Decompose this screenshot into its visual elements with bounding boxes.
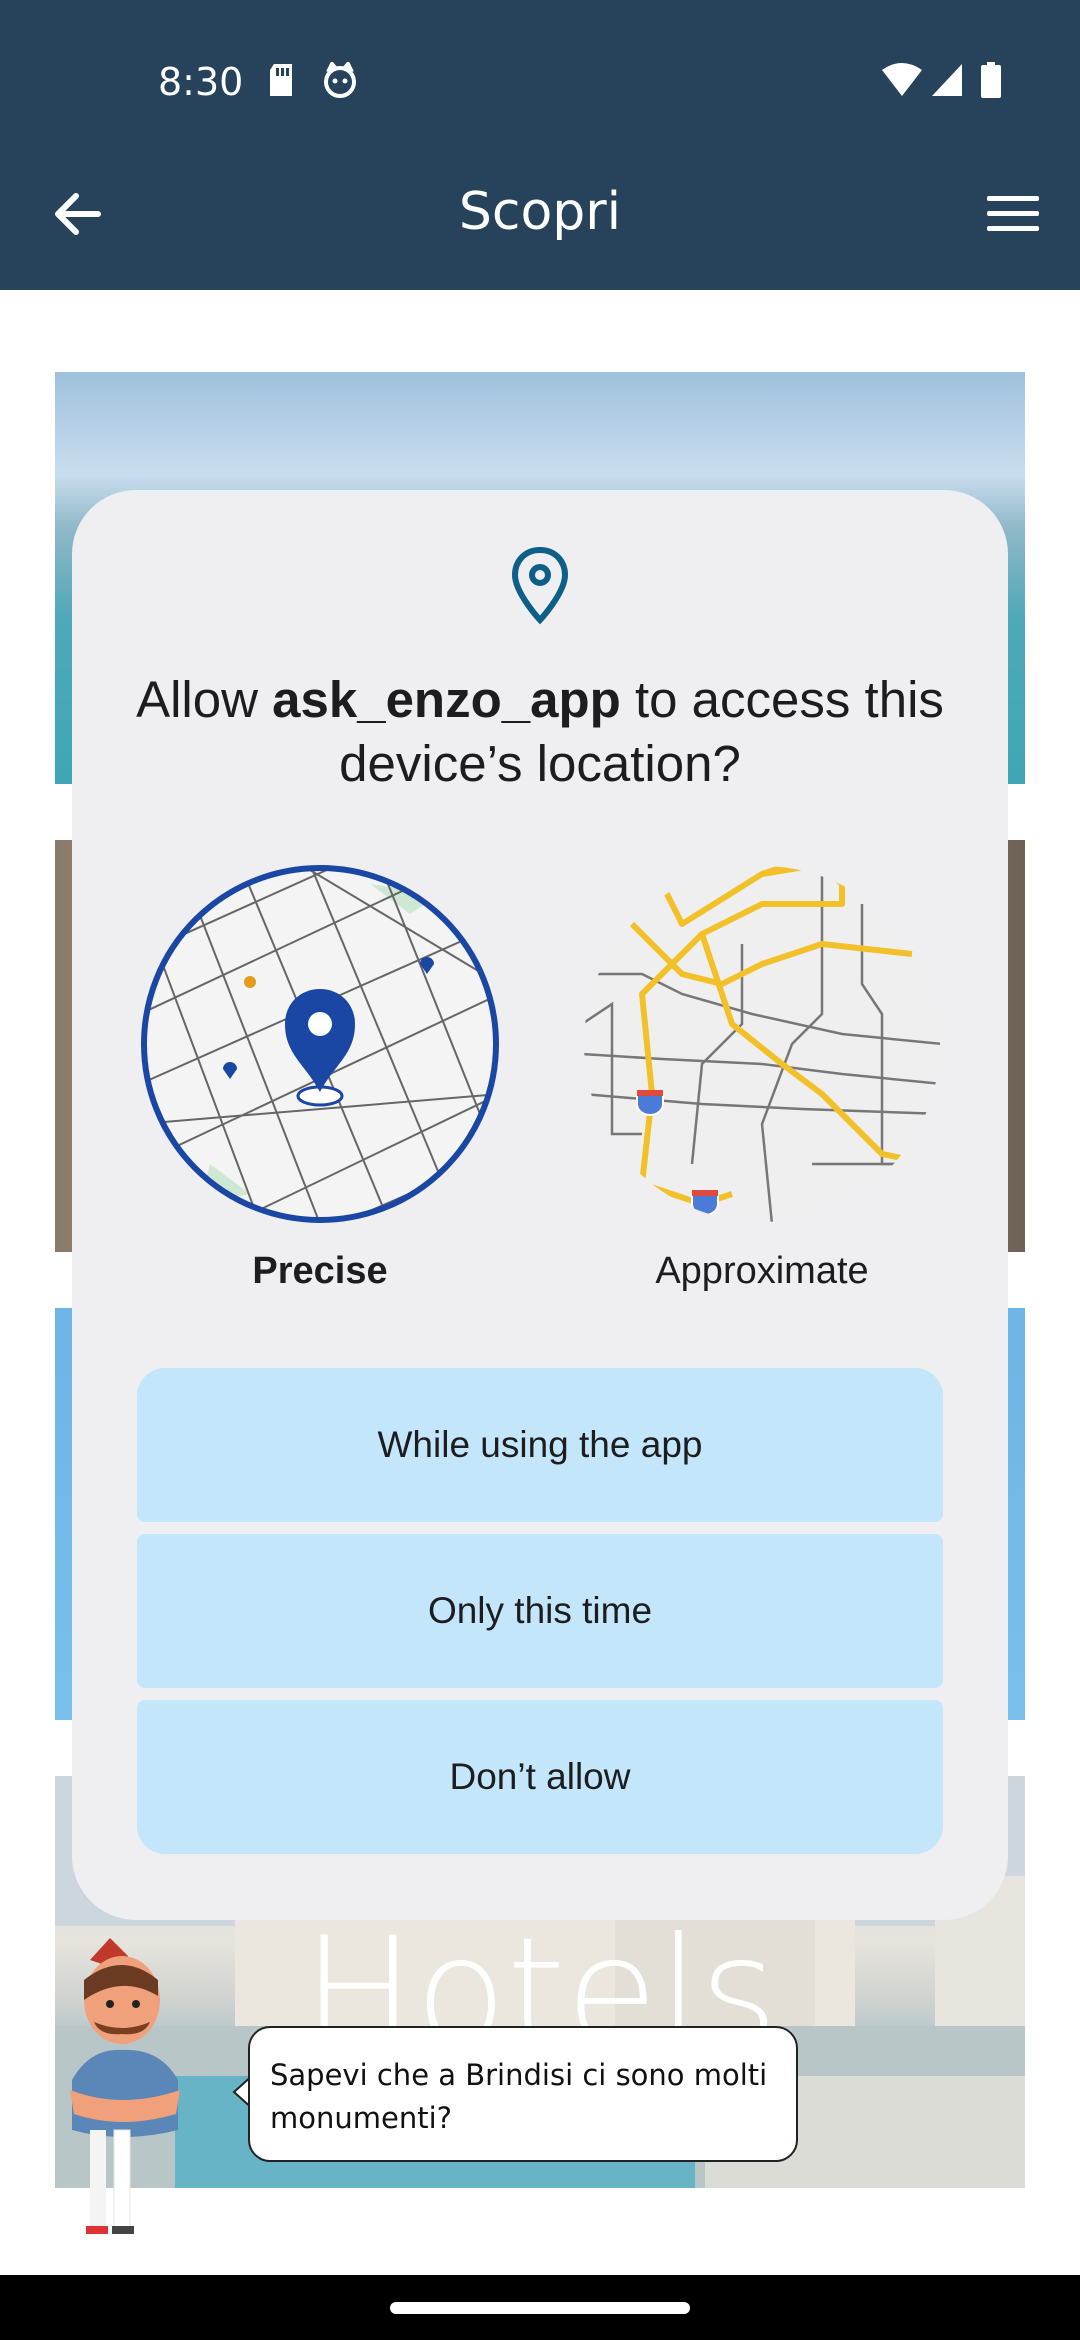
enzo-mascot-avatar[interactable] [50, 1930, 210, 2250]
while-using-app-button[interactable]: While using the app [137, 1368, 943, 1522]
location-permission-dialog: Allow ask_enzo_app to access this device… [72, 490, 1008, 1920]
approximate-location-option[interactable] [582, 864, 942, 1224]
precise-location-option[interactable] [140, 864, 500, 1224]
approximate-label[interactable]: Approximate [582, 1250, 942, 1293]
app-name: ask_enzo_app [272, 671, 621, 728]
dont-allow-button[interactable]: Don’t allow [137, 1700, 943, 1854]
precise-label[interactable]: Precise [140, 1250, 500, 1293]
assistant-speech-bubble[interactable]: Sapevi che a Brindisi ci sono molti monu… [248, 2026, 798, 2162]
system-navigation-bar [0, 2275, 1080, 2340]
only-this-time-button[interactable]: Only this time [137, 1534, 943, 1688]
dialog-title: Allow ask_enzo_app to access this device… [136, 671, 944, 792]
location-pin-icon [511, 546, 569, 625]
home-gesture-handle[interactable] [390, 2302, 690, 2314]
